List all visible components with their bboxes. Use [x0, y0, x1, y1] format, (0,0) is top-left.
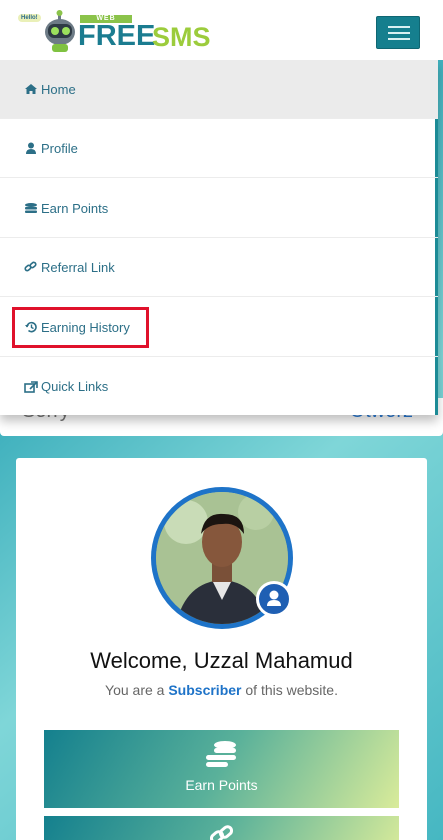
menu-item-quick-links[interactable]: Quick Links	[0, 357, 438, 416]
referral-link-tile[interactable]	[44, 816, 399, 840]
avatar-user-badge	[256, 581, 292, 617]
menu-item-earn-points[interactable]: Earn Points	[0, 179, 438, 238]
robot-icon	[45, 10, 75, 52]
menu-item-label: Quick Links	[41, 379, 109, 394]
hamburger-line	[388, 32, 410, 34]
menu-item-profile[interactable]: Profile	[0, 119, 438, 178]
role-prefix: You are a	[105, 682, 165, 698]
role-name: Subscriber	[168, 682, 242, 698]
nav-dropdown-menu: Home Profile Earn Points Referral Link E…	[0, 60, 438, 415]
link-icon	[209, 825, 234, 840]
menu-item-label: Referral Link	[41, 259, 115, 275]
user-icon	[267, 590, 281, 606]
logo-free-text: FREE	[78, 20, 156, 52]
menu-toggle-button[interactable]	[376, 16, 420, 49]
menu-item-referral-link[interactable]: Referral Link	[0, 238, 438, 297]
menu-item-earning-history[interactable]: Earning History	[0, 298, 438, 357]
menu-item-label: Earn Points	[41, 200, 109, 216]
role-line: You are a Subscriber of this website.	[16, 682, 427, 698]
link-icon	[24, 261, 37, 272]
menu-item-label: Earning History	[41, 319, 130, 335]
coins-icon	[25, 203, 37, 213]
earn-points-tile[interactable]: Earn Points	[44, 730, 399, 808]
hamburger-line	[388, 38, 410, 40]
logo-sms-text: SMS	[152, 22, 211, 52]
user-icon	[26, 142, 36, 154]
menu-item-label: Profile	[41, 140, 78, 156]
hamburger-line	[388, 26, 410, 28]
menu-item-home[interactable]: Home	[0, 60, 438, 119]
profile-card: Welcome, Uzzal Mahamud You are a Subscri…	[16, 458, 427, 840]
earn-points-label: Earn Points	[185, 777, 258, 793]
top-header: Hello! WEB FREE SMS	[0, 0, 443, 60]
coins-icon	[206, 741, 236, 767]
site-logo[interactable]: Hello! WEB FREE SMS	[18, 6, 218, 56]
history-icon	[25, 321, 37, 333]
home-icon	[25, 84, 37, 94]
menu-item-label: Home	[41, 81, 76, 97]
welcome-heading: Welcome, Uzzal Mahamud	[90, 648, 353, 673]
role-suffix: of this website.	[245, 682, 338, 698]
external-link-icon	[24, 380, 38, 393]
